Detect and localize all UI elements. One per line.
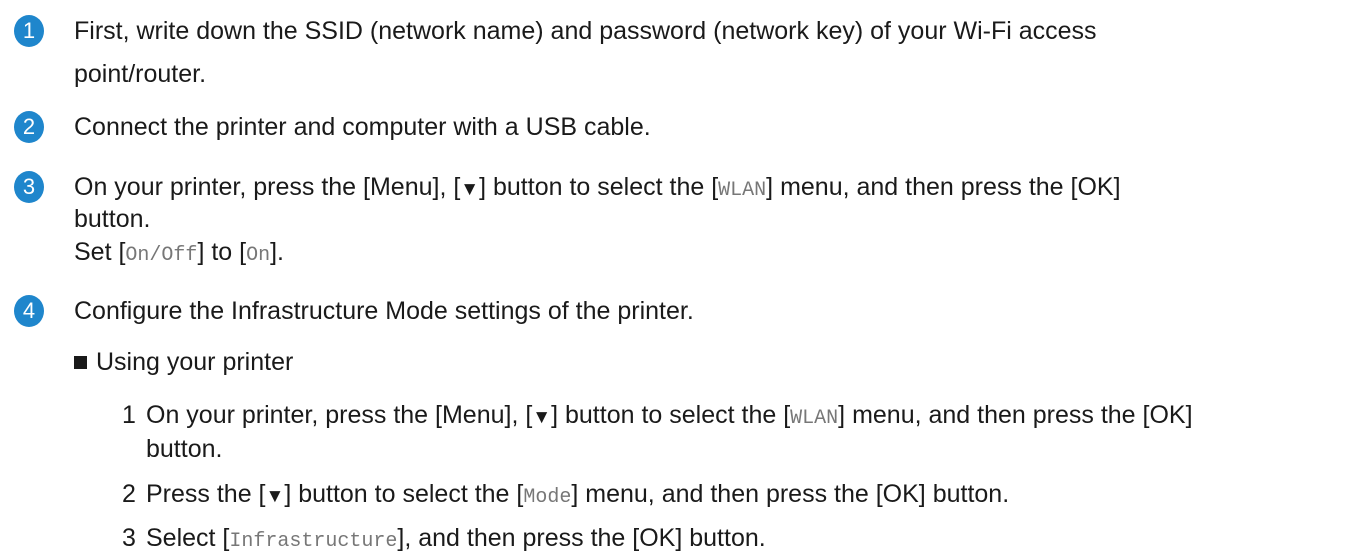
- substep-3-text-a: Select [: [146, 524, 230, 552]
- step-3-code-wlan: WLAN: [718, 179, 767, 202]
- substep-3-text-c: ], and then press the [OK] button.: [397, 524, 766, 552]
- substep-2-text-c: ] menu, and then press the [OK] button.: [571, 480, 1010, 508]
- bullet-label: Using your printer: [96, 348, 294, 376]
- down-arrow-icon: ▼: [460, 179, 480, 200]
- step-3-text-a: On your printer, press the [Menu], [: [74, 173, 461, 201]
- step-1-badge: 1: [14, 15, 44, 47]
- down-arrow-icon: ▼: [265, 486, 285, 507]
- substep-3-number: 3: [122, 524, 136, 552]
- step-3-text-line3: Set [On/Off] to [On].: [74, 236, 284, 272]
- substep-1-line2: button.: [146, 435, 223, 463]
- step-3-badge: 3: [14, 171, 44, 203]
- substep-2-number: 2: [122, 480, 136, 508]
- substep-1-text-a: On your printer, press the [Menu], [: [146, 401, 533, 429]
- down-arrow-icon: ▼: [532, 407, 552, 428]
- step-2-badge: 2: [14, 111, 44, 143]
- bullet-square-icon: [74, 356, 87, 369]
- step-3-text-b: ] button to select the [: [479, 173, 719, 201]
- step-3-set-b: ] to [: [197, 238, 247, 266]
- substep-2-text-b: ] button to select the [: [284, 480, 524, 508]
- step-3-set-a: Set [: [74, 238, 126, 266]
- substep-2-line: Press the [▼] button to select the [Mode…: [146, 478, 1009, 514]
- substep-2-text-a: Press the [: [146, 480, 266, 508]
- substep-1-code: WLAN: [790, 407, 839, 430]
- substep-3-code: Infrastructure: [229, 530, 398, 553]
- step-1-text-line2: point/router.: [74, 60, 207, 88]
- step-1-text-line1: First, write down the SSID (network name…: [74, 17, 1097, 45]
- step-3-text-line1: On your printer, press the [Menu], [▼] b…: [74, 171, 1121, 207]
- step-2-text: Connect the printer and computer with a …: [74, 113, 651, 141]
- substep-1-line1: On your printer, press the [Menu], [▼] b…: [146, 399, 1193, 435]
- step-3-code-on: On: [246, 244, 271, 267]
- step-3-text-c: ] menu, and then press the [OK]: [766, 173, 1121, 201]
- step-3-code-onoff: On/Off: [125, 244, 198, 267]
- step-3-set-c: ].: [270, 238, 284, 266]
- substep-1-text-c: ] menu, and then press the [OK]: [838, 401, 1193, 429]
- step-4-text: Configure the Infrastructure Mode settin…: [74, 297, 694, 325]
- substep-2-code: Mode: [523, 486, 572, 509]
- substep-1-text-b: ] button to select the [: [551, 401, 791, 429]
- substep-1-number: 1: [122, 401, 136, 429]
- step-4-badge: 4: [14, 295, 44, 327]
- substep-3-line: Select [Infrastructure], and then press …: [146, 522, 766, 558]
- step-3-text-line2: button.: [74, 205, 151, 233]
